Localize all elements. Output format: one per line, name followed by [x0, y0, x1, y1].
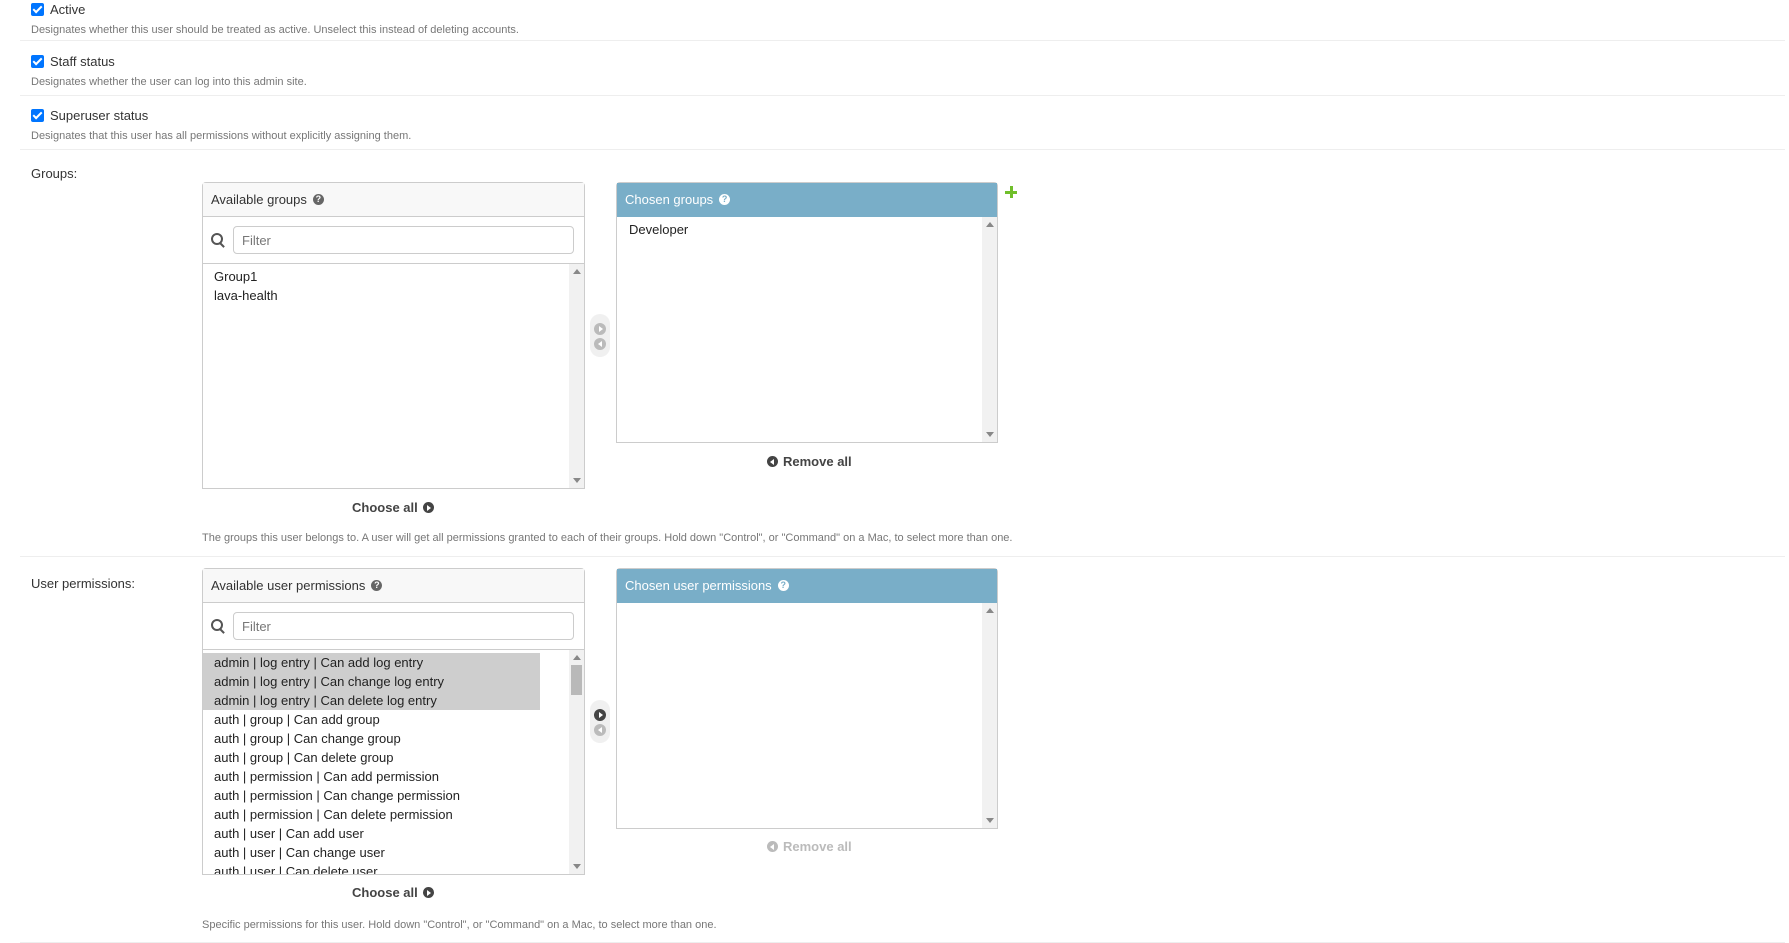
available-groups-box: Available groups ? Group1 lava-health — [202, 182, 585, 489]
active-field: Active Designates whether this user shou… — [31, 0, 519, 36]
remove-arrow-icon[interactable] — [594, 724, 606, 736]
user-change-form: Active Designates whether this user shou… — [0, 0, 1789, 943]
right-arrow-icon — [422, 887, 434, 898]
superuser-status-field: Superuser status Designates that this us… — [31, 106, 411, 142]
add-arrow-icon[interactable] — [594, 323, 606, 335]
list-item[interactable]: auth | user | Can delete user — [203, 862, 540, 874]
scroll-up-arrow-icon[interactable] — [986, 608, 994, 613]
groups-label: Groups: — [31, 166, 78, 181]
groups-filter-row — [203, 217, 584, 264]
superuser-status-checkbox[interactable] — [31, 108, 44, 122]
permissions-filter-input[interactable] — [233, 612, 574, 640]
active-checkbox[interactable] — [31, 2, 44, 16]
superuser-status-label: Superuser status — [50, 107, 149, 123]
groups-remove-all-button[interactable]: Remove all — [767, 454, 852, 469]
search-icon — [211, 619, 225, 633]
list-item[interactable]: Group1 — [203, 267, 540, 286]
left-arrow-icon — [767, 456, 778, 467]
staff-status-field: Staff status Designates whether the user… — [31, 52, 307, 88]
groups-help: The groups this user belongs to. A user … — [202, 532, 1013, 544]
groups-filter-input[interactable] — [233, 226, 574, 254]
available-groups-list[interactable]: Group1 lava-health — [203, 264, 584, 488]
available-permissions-list[interactable]: admin | log entry | Can add log entry ad… — [203, 650, 584, 874]
groups-choose-all-button[interactable]: Choose all — [352, 500, 434, 515]
staff-status-help: Designates whether the user can log into… — [31, 76, 307, 88]
groups-remove-all-label: Remove all — [783, 454, 852, 469]
groups-choose-all-label: Choose all — [352, 500, 418, 515]
list-item[interactable]: auth | group | Can add group — [203, 710, 540, 729]
help-question-icon[interactable]: ? — [312, 194, 324, 205]
chosen-groups-list[interactable]: Developer — [617, 217, 997, 442]
add-group-plus-icon[interactable] — [1005, 186, 1017, 198]
scroll-up-arrow-icon[interactable] — [986, 222, 994, 227]
user-permissions-label: User permissions: — [31, 576, 136, 591]
divider — [20, 95, 1785, 96]
chosen-groups-title: Chosen groups ? — [617, 183, 997, 217]
chosen-permissions-box: Chosen user permissions ? — [616, 568, 998, 829]
list-item[interactable]: auth | group | Can change group — [203, 729, 540, 748]
available-permissions-title-text: Available user permissions — [211, 578, 366, 593]
list-item[interactable]: auth | group | Can delete group — [203, 748, 540, 767]
active-label: Active — [50, 1, 86, 17]
help-question-icon[interactable]: ? — [719, 194, 731, 205]
list-item[interactable]: admin | log entry | Can change log entry — [203, 672, 540, 691]
divider — [20, 149, 1785, 150]
list-item[interactable]: lava-health — [203, 286, 540, 305]
divider — [20, 556, 1785, 557]
help-question-icon[interactable]: ? — [777, 580, 789, 591]
permissions-help: Specific permissions for this user. Hold… — [202, 919, 717, 931]
scroll-down-arrow-icon[interactable] — [986, 818, 994, 823]
right-arrow-icon — [422, 502, 434, 513]
scrollbar[interactable] — [982, 603, 997, 828]
active-help: Designates whether this user should be t… — [31, 24, 519, 36]
add-arrow-icon[interactable] — [594, 709, 606, 721]
list-item[interactable]: auth | permission | Can add permission — [203, 767, 540, 786]
available-groups-title: Available groups ? — [203, 183, 584, 217]
permissions-choose-all-label: Choose all — [352, 885, 418, 900]
chosen-permissions-title: Chosen user permissions ? — [617, 569, 997, 603]
scroll-down-arrow-icon[interactable] — [986, 432, 994, 437]
permissions-move-buttons — [590, 700, 610, 743]
scroll-down-arrow-icon[interactable] — [573, 864, 581, 869]
scrollbar[interactable] — [982, 217, 997, 442]
scroll-up-arrow-icon[interactable] — [573, 655, 581, 660]
list-item[interactable]: Developer — [617, 220, 954, 239]
available-permissions-title: Available user permissions ? — [203, 569, 584, 603]
chosen-groups-box: Chosen groups ? Developer — [616, 182, 998, 443]
list-item[interactable]: auth | user | Can change user — [203, 843, 540, 862]
superuser-status-help: Designates that this user has all permis… — [31, 130, 412, 142]
divider — [20, 40, 1785, 41]
scrollbar[interactable] — [569, 650, 584, 874]
list-item[interactable]: admin | log entry | Can add log entry — [203, 653, 540, 672]
chosen-groups-title-text: Chosen groups — [625, 192, 714, 207]
search-icon — [211, 233, 225, 247]
left-arrow-icon — [767, 841, 778, 852]
scrollbar-thumb[interactable] — [571, 665, 582, 695]
permissions-filter-row — [203, 603, 584, 650]
staff-status-checkbox[interactable] — [31, 54, 44, 68]
help-question-icon[interactable]: ? — [371, 580, 383, 591]
permissions-remove-all-label: Remove all — [783, 839, 852, 854]
chosen-permissions-list[interactable] — [617, 603, 997, 828]
list-item[interactable]: auth | user | Can add user — [203, 824, 540, 843]
list-item[interactable]: auth | permission | Can change permissio… — [203, 786, 540, 805]
remove-arrow-icon[interactable] — [594, 338, 606, 350]
scrollbar[interactable] — [569, 264, 584, 488]
available-groups-title-text: Available groups — [211, 192, 307, 207]
groups-move-buttons — [590, 314, 610, 357]
scroll-down-arrow-icon[interactable] — [573, 478, 581, 483]
staff-status-label: Staff status — [50, 53, 115, 69]
list-item[interactable]: auth | permission | Can delete permissio… — [203, 805, 540, 824]
permissions-choose-all-button[interactable]: Choose all — [352, 885, 434, 900]
list-item[interactable]: admin | log entry | Can delete log entry — [203, 691, 540, 710]
chosen-permissions-title-text: Chosen user permissions — [625, 578, 772, 593]
permissions-remove-all-button[interactable]: Remove all — [767, 839, 852, 854]
scroll-up-arrow-icon[interactable] — [573, 269, 581, 274]
available-permissions-box: Available user permissions ? admin | log… — [202, 568, 585, 875]
